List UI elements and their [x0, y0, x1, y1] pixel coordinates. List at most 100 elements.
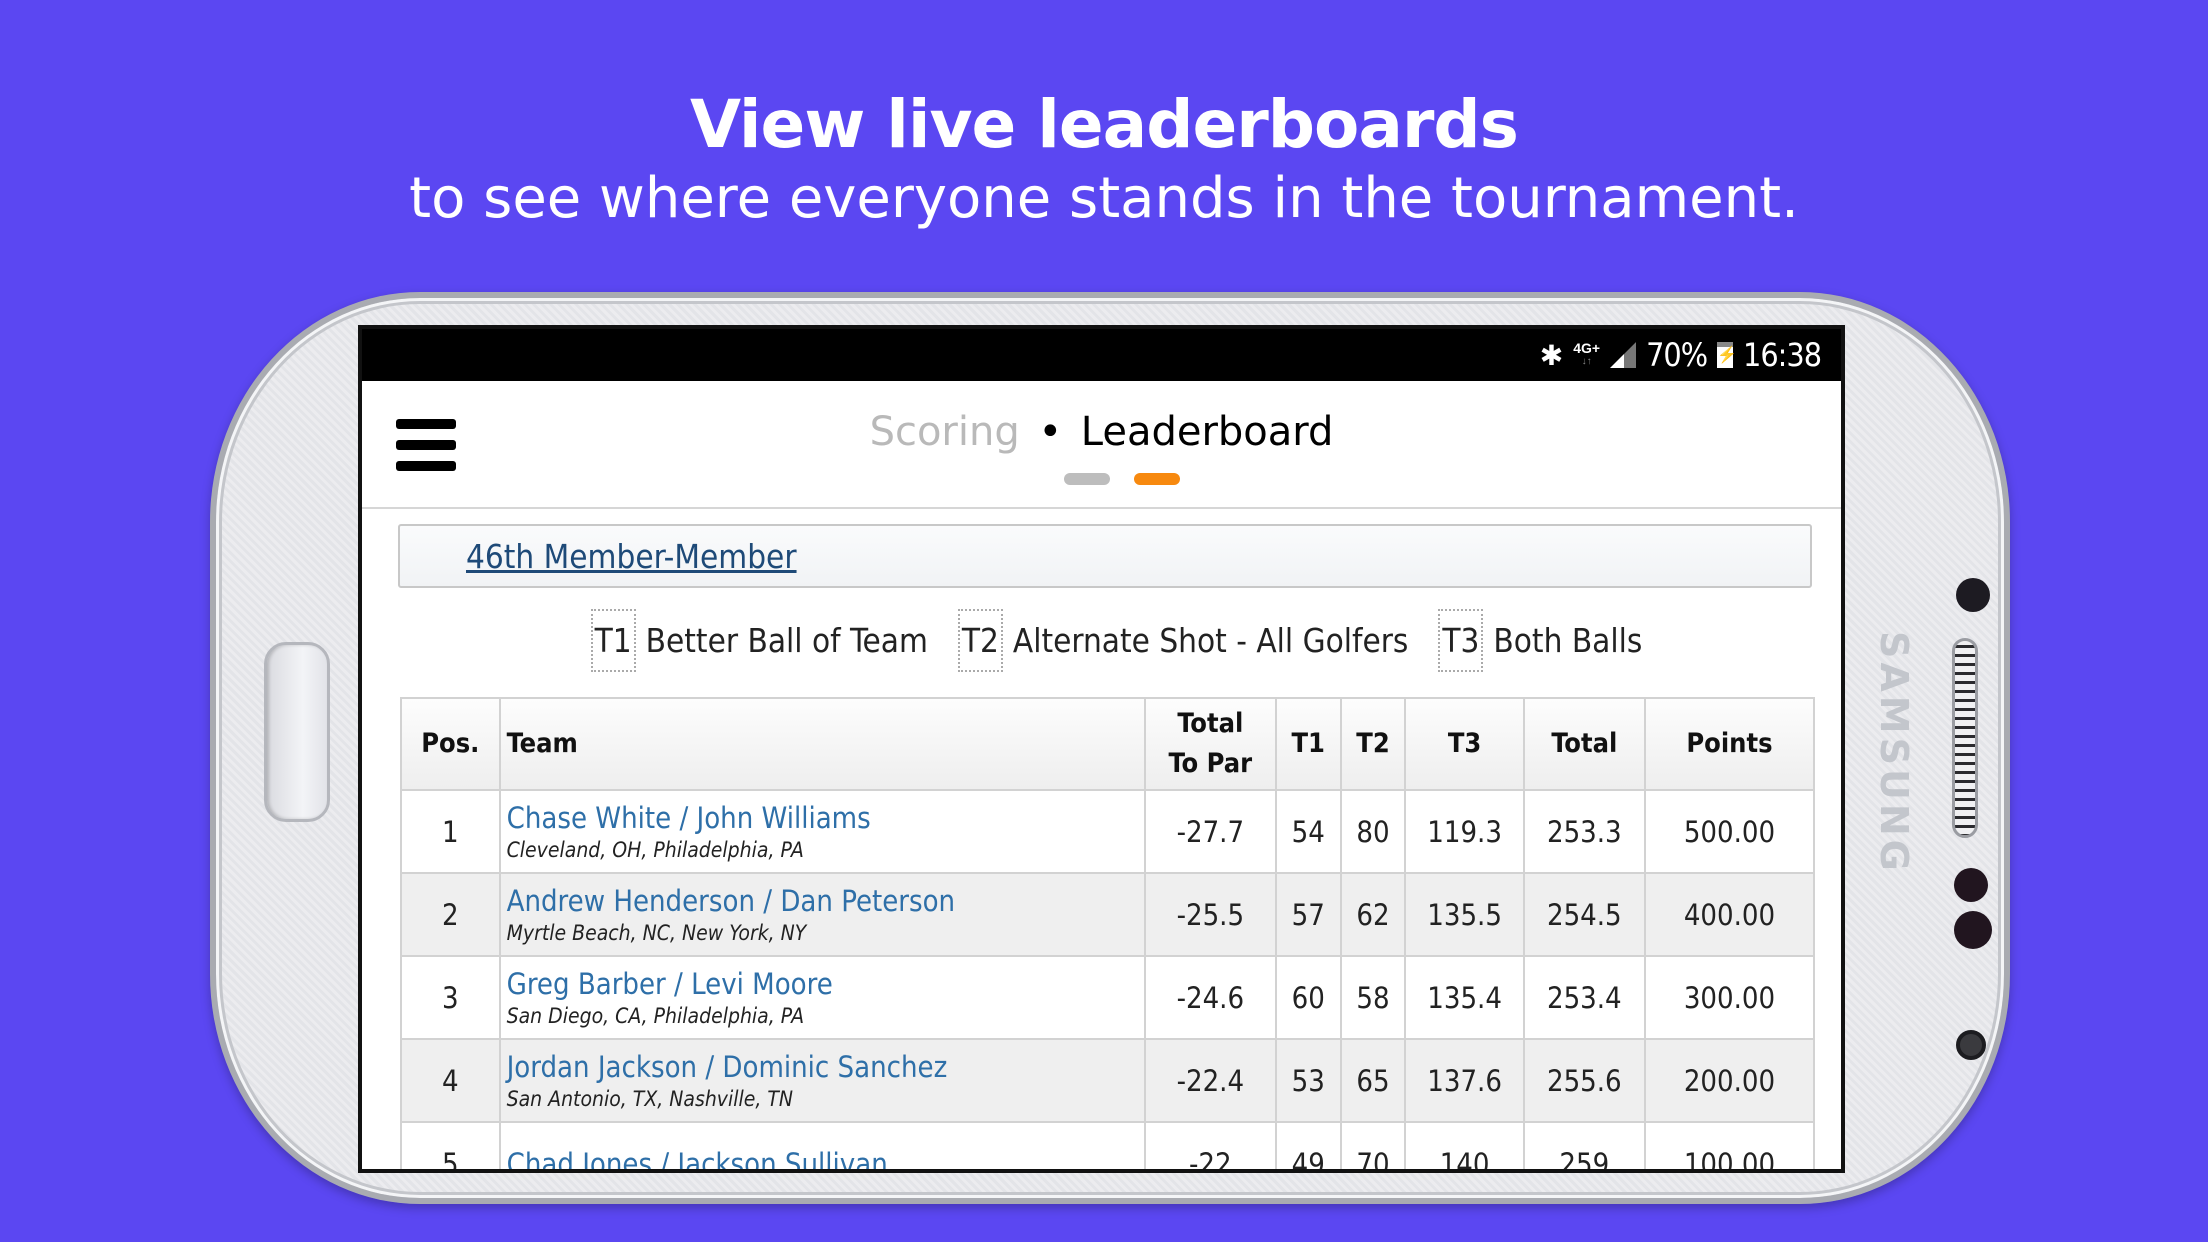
- team-link[interactable]: Greg Barber / Levi Moore: [507, 966, 1144, 1002]
- bluetooth-icon: ✱: [1539, 339, 1564, 371]
- col-t1[interactable]: T1: [1274, 697, 1342, 791]
- cell-total: 253.4: [1522, 955, 1646, 1040]
- legend-key: T2: [957, 609, 1003, 672]
- cell-t2: 70: [1339, 1121, 1407, 1169]
- cell-pos: 1: [400, 789, 501, 874]
- phone-screen: ✱ 4G+ ↓↑ 70% 16:38 Scoring • Leaderboard…: [358, 325, 1845, 1173]
- cell-team: Chase White / John Williams Cleveland, OH…: [498, 789, 1146, 874]
- cell-to-par: -27.7: [1143, 789, 1277, 874]
- cell-points: 300.00: [1643, 955, 1816, 1040]
- col-total-to-par-line1: Total: [1177, 708, 1244, 739]
- cell-to-par: -22: [1143, 1121, 1277, 1169]
- ir-sensor-icon: [1954, 911, 1992, 949]
- hamburger-bar: [396, 461, 456, 471]
- header-tabs: Scoring • Leaderboard: [362, 409, 1841, 455]
- battery-percent: 70%: [1646, 336, 1708, 374]
- col-pos[interactable]: Pos.: [400, 697, 501, 791]
- promo-title: View live leaderboards: [690, 86, 1519, 163]
- table-row[interactable]: 2 Andrew Henderson / Dan Peterson Myrtle B…: [400, 872, 1816, 957]
- cell-points: 500.00: [1643, 789, 1816, 874]
- tournament-link[interactable]: 46th Member-Member: [466, 537, 797, 576]
- cell-pos: 2: [400, 872, 501, 957]
- team-location: San Diego, CA, Philadelphia, PA: [506, 1003, 805, 1028]
- team-link[interactable]: Chase White / John Williams: [507, 800, 1144, 836]
- team-link[interactable]: Chad Jones / Jackson Sullivan: [507, 1146, 1144, 1170]
- col-points[interactable]: Points: [1643, 697, 1816, 791]
- light-sensor-icon: [1954, 868, 1988, 902]
- legend-item-t3: T3 Both Balls: [1438, 609, 1642, 672]
- table-row[interactable]: 5 Chad Jones / Jackson Sullivan -22 49 70 140…: [400, 1121, 1816, 1170]
- table-row[interactable]: 4 Jordan Jackson / Dominic Sanchez San Ant…: [400, 1038, 1816, 1123]
- page-indicator: [362, 473, 1841, 485]
- col-total[interactable]: Total: [1522, 697, 1646, 791]
- col-team[interactable]: Team: [498, 697, 1146, 791]
- cell-points: 400.00: [1643, 872, 1816, 957]
- legend-item-t2: T2 Alternate Shot - All Golfers: [957, 609, 1409, 672]
- cell-to-par: -22.4: [1143, 1038, 1277, 1123]
- col-total-to-par-line2: To Par: [1168, 748, 1253, 779]
- team-location: Myrtle Beach, NC, New York, NY: [506, 920, 807, 945]
- table-row[interactable]: 3 Greg Barber / Levi Moore San Diego, CA, …: [400, 955, 1816, 1040]
- legend-label: Better Ball of Team: [645, 621, 928, 660]
- network-type: 4G+: [1573, 340, 1601, 356]
- cell-t2: 58: [1339, 955, 1407, 1040]
- promo-subtitle: to see where everyone stands in the tour…: [409, 166, 1799, 231]
- team-link[interactable]: Andrew Henderson / Dan Peterson: [507, 883, 1144, 919]
- legend-label: Both Balls: [1493, 621, 1643, 660]
- col-total-to-par[interactable]: Total To Par: [1143, 697, 1277, 791]
- cell-pos: 4: [400, 1038, 501, 1123]
- table-row[interactable]: 1 Chase White / John Williams Cleveland, O…: [400, 789, 1816, 874]
- leaderboard-body: 1 Chase White / John Williams Cleveland, O…: [400, 789, 1816, 1170]
- cell-t3: 137.6: [1404, 1038, 1525, 1123]
- cell-t2: 65: [1339, 1038, 1407, 1123]
- cell-total: 255.6: [1522, 1038, 1646, 1123]
- tab-leaderboard[interactable]: Leaderboard: [1081, 409, 1334, 455]
- cell-pos: 3: [400, 955, 501, 1040]
- clock: 16:38: [1743, 336, 1822, 374]
- cell-t1: 54: [1274, 789, 1342, 874]
- signal-icon: [1610, 342, 1636, 368]
- front-camera-icon: [1956, 1030, 1986, 1060]
- cell-team: Chad Jones / Jackson Sullivan: [498, 1121, 1146, 1170]
- data-arrows-icon: ↓↑: [1581, 356, 1592, 367]
- cell-team: Jordan Jackson / Dominic Sanchez San Anto…: [498, 1038, 1146, 1123]
- round-format-legend: T1 Better Ball of Team T2 Alternate Shot…: [362, 609, 1841, 672]
- page-dot-leaderboard[interactable]: [1133, 473, 1180, 485]
- cell-total: 254.5: [1522, 872, 1646, 957]
- home-button[interactable]: [264, 642, 330, 822]
- cell-t3: 140: [1404, 1121, 1525, 1169]
- legend-item-t1: T1 Better Ball of Team: [590, 609, 928, 672]
- tab-scoring[interactable]: Scoring: [870, 409, 1020, 455]
- page-dot-scoring[interactable]: [1063, 473, 1110, 485]
- network-indicator: 4G+ ↓↑: [1573, 341, 1600, 369]
- cell-t1: 60: [1274, 955, 1342, 1040]
- cell-t2: 62: [1339, 872, 1407, 957]
- col-t2[interactable]: T2: [1339, 697, 1407, 791]
- col-t3[interactable]: T3: [1404, 697, 1525, 791]
- cell-team: Greg Barber / Levi Moore San Diego, CA, P…: [498, 955, 1146, 1040]
- leaderboard-table: Pos. Team Total To Par T1 T2 T3 Total Po…: [400, 697, 1816, 1170]
- cell-t1: 57: [1274, 872, 1342, 957]
- cell-points: 100.00: [1643, 1121, 1816, 1169]
- app-header: Scoring • Leaderboard: [362, 381, 1841, 509]
- table-header-row: Pos. Team Total To Par T1 T2 T3 Total Po…: [400, 697, 1816, 791]
- cell-to-par: -25.5: [1143, 872, 1277, 957]
- cell-pos: 5: [400, 1121, 501, 1169]
- cell-t1: 49: [1274, 1121, 1342, 1169]
- team-location: Cleveland, OH, Philadelphia, PA: [506, 837, 804, 862]
- cell-t3: 135.4: [1404, 955, 1525, 1040]
- cell-t3: 119.3: [1404, 789, 1525, 874]
- cell-t3: 135.5: [1404, 872, 1525, 957]
- cell-points: 200.00: [1643, 1038, 1816, 1123]
- cell-t2: 80: [1339, 789, 1407, 874]
- legend-label: Alternate Shot - All Golfers: [1012, 621, 1409, 660]
- battery-charging-icon: [1717, 342, 1737, 368]
- proximity-sensor-icon: [1956, 578, 1990, 612]
- cell-to-par: -24.6: [1143, 955, 1277, 1040]
- legend-key: T3: [1438, 609, 1484, 672]
- tournament-header: 46th Member-Member: [398, 524, 1812, 588]
- cell-t1: 53: [1274, 1038, 1342, 1123]
- speaker-grille-icon: [1952, 638, 1978, 838]
- cell-total: 259: [1522, 1121, 1646, 1169]
- team-link[interactable]: Jordan Jackson / Dominic Sanchez: [507, 1049, 1144, 1085]
